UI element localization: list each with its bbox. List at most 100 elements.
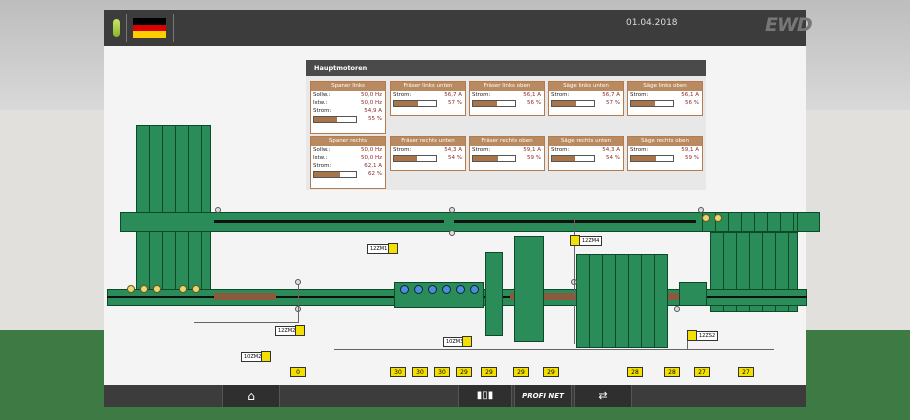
profile-stacker[interactable] xyxy=(576,254,668,348)
conveyor-rail xyxy=(454,220,696,223)
percent-value: 59 % xyxy=(685,155,699,161)
motor-card-title: Säge links unten xyxy=(549,82,623,91)
row-label: Istw.: xyxy=(313,100,328,106)
motor-card-title: Fräser links oben xyxy=(470,82,544,91)
row-value: 56,7 A xyxy=(444,92,462,98)
row-value: 56,7 A xyxy=(602,92,620,98)
counter-badge: 29 xyxy=(456,367,472,377)
output-section[interactable] xyxy=(679,282,707,306)
home-button[interactable]: ⌂ xyxy=(222,385,280,407)
motor-card-fraeser-links-unten[interactable]: Fräser links unten Strom: 56,7 A 57 % xyxy=(390,81,466,116)
counter-badge: 30 xyxy=(434,367,450,377)
load-bar xyxy=(472,155,516,162)
sensor-tag[interactable]: 12ZS2 xyxy=(696,331,719,341)
load-bar xyxy=(313,171,357,178)
motor-card-fraeser-rechts-oben[interactable]: Fräser rechts oben Strom: 59,1 A 59 % xyxy=(469,136,545,171)
load-bar xyxy=(393,155,437,162)
row-label: Sollw.: xyxy=(313,147,331,153)
conveyor-rail xyxy=(214,220,444,223)
sensor-icon xyxy=(449,207,455,213)
row-label: Strom: xyxy=(630,147,649,153)
motor-card-saege-rechts-unten[interactable]: Säge rechts unten Strom: 54,3 A 54 % xyxy=(548,136,624,171)
motor-card-title: Fräser rechts oben xyxy=(470,137,544,146)
counter-badge: 0 xyxy=(290,367,306,377)
milling-unit-left[interactable] xyxy=(485,252,503,336)
row-value: 50,0 Hz xyxy=(360,92,382,98)
row-value: 62,1 A xyxy=(364,163,382,169)
saw-unit[interactable] xyxy=(514,236,544,342)
roller-icon xyxy=(140,285,148,293)
roller-icon xyxy=(456,285,465,294)
roller-icon xyxy=(702,214,710,222)
motor-card-title: Fräser rechts unten xyxy=(391,137,465,146)
main-motors-panel: Hauptmotoren Spaner links Sollw.: 50,0 Hz… xyxy=(306,60,706,190)
load-bar xyxy=(630,155,674,162)
left-stacker[interactable] xyxy=(136,125,211,295)
indicator-icon xyxy=(261,351,271,362)
sensor-icon xyxy=(674,306,680,312)
row-value: 54,3 A xyxy=(444,147,462,153)
roller-icon xyxy=(179,285,187,293)
row-label: Istw.: xyxy=(313,155,328,161)
brand-logo: EWD xyxy=(765,14,813,36)
sensor-icon xyxy=(215,207,221,213)
roller-icon xyxy=(442,285,451,294)
profinet-logo: PROFI NET xyxy=(522,392,564,400)
indicator-icon xyxy=(570,235,580,246)
cabinet-button[interactable]: ▮▯▮ xyxy=(458,385,512,407)
row-label: Strom: xyxy=(551,92,570,98)
motor-card-saege-rechts-oben[interactable]: Säge rechts oben Strom: 59,1 A 59 % xyxy=(627,136,703,171)
motor-card-spaner-rechts[interactable]: Spaner rechts Sollw.: 50,0 Hz Istw.: 50,0 … xyxy=(310,136,386,189)
cabinet-icon: ▮▯▮ xyxy=(476,390,494,401)
date-display: 01.04.2018 xyxy=(626,18,678,28)
counter-badge: 29 xyxy=(481,367,497,377)
sensor-icon xyxy=(449,230,455,236)
row-value: 56,1 A xyxy=(681,92,699,98)
indicator-icon xyxy=(687,330,697,341)
counter-badge: 30 xyxy=(412,367,428,377)
roller-icon xyxy=(414,285,423,294)
row-value: 50,0 Hz xyxy=(360,100,382,106)
counter-badge: 27 xyxy=(738,367,754,377)
motor-card-title: Spaner links xyxy=(311,82,385,91)
load-bar xyxy=(313,116,357,123)
row-label: Strom: xyxy=(630,92,649,98)
roller-icon xyxy=(428,285,437,294)
panel-title: Hauptmotoren xyxy=(306,60,706,76)
load-bar xyxy=(393,100,437,107)
row-value: 54,3 A xyxy=(602,147,620,153)
motor-card-title: Säge links oben xyxy=(628,82,702,91)
row-label: Strom: xyxy=(472,147,491,153)
motor-card-title: Fräser links unten xyxy=(391,82,465,91)
row-label: Strom: xyxy=(313,163,332,169)
roller-icon xyxy=(400,285,409,294)
motor-card-fraeser-rechts-unten[interactable]: Fräser rechts unten Strom: 54,3 A 54 % xyxy=(390,136,466,171)
sensor-icon xyxy=(698,207,704,213)
network-button[interactable]: ⇄ xyxy=(574,385,632,407)
row-value: 59,1 A xyxy=(523,147,541,153)
roller-icon xyxy=(127,285,135,293)
motor-card-fraeser-links-oben[interactable]: Fräser links oben Strom: 56,1 A 56 % xyxy=(469,81,545,116)
sensor-tag[interactable]: 12ZM4 xyxy=(579,236,603,246)
counter-badge: 28 xyxy=(664,367,680,377)
sensor-tag[interactable]: 12ZM1 xyxy=(367,244,391,254)
counter-badge: 29 xyxy=(543,367,559,377)
load-bar xyxy=(551,100,595,107)
motor-card-spaner-links[interactable]: Spaner links Sollw.: 50,0 Hz Istw.: 50,0 H… xyxy=(310,81,386,134)
motor-card-saege-links-unten[interactable]: Säge links unten Strom: 56,7 A 57 % xyxy=(548,81,624,116)
percent-value: 59 % xyxy=(527,155,541,161)
profinet-button[interactable]: PROFI NET xyxy=(514,385,572,407)
row-value: 50,0 Hz xyxy=(360,155,382,161)
motor-card-saege-links-oben[interactable]: Säge links oben Strom: 56,1 A 56 % xyxy=(627,81,703,116)
row-label: Strom: xyxy=(551,147,570,153)
roller-icon xyxy=(714,214,722,222)
network-icon: ⇄ xyxy=(598,389,608,402)
german-flag-icon[interactable] xyxy=(133,18,166,39)
counter-badge: 30 xyxy=(390,367,406,377)
divider xyxy=(173,14,174,42)
percent-value: 57 % xyxy=(448,100,462,106)
percent-value: 56 % xyxy=(527,100,541,106)
indicator-icon xyxy=(388,243,398,254)
indicator-icon xyxy=(295,325,305,336)
row-value: 54,9 A xyxy=(364,108,382,114)
